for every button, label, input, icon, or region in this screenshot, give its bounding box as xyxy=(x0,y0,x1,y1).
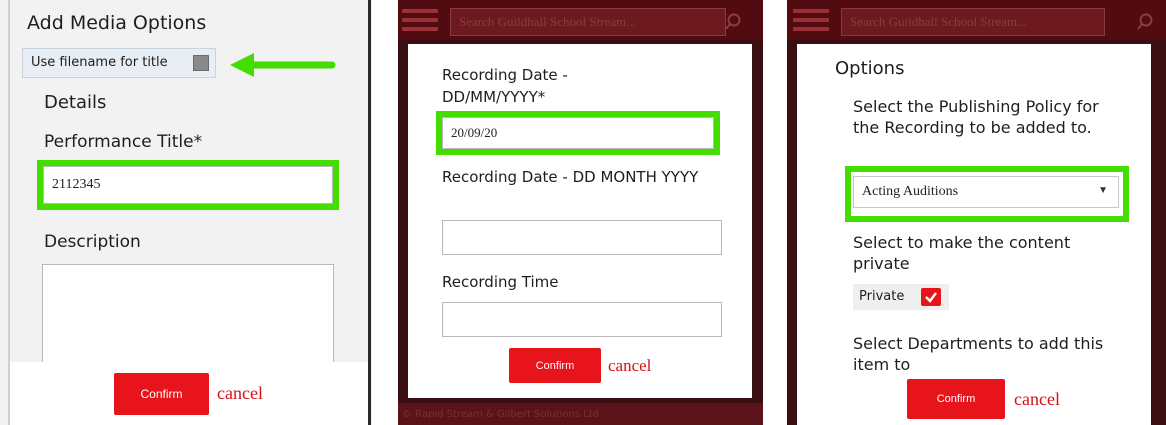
departments-prompt: Select Departments to add this item to xyxy=(853,334,1104,371)
private-label: Private xyxy=(859,289,905,304)
private-checkbox[interactable] xyxy=(921,288,941,306)
footer: © Rapid Stream & Gilbert Solutions Ltd xyxy=(398,403,763,425)
details-heading: Details xyxy=(44,92,107,113)
top-bar: Search Guildhall School Stream... xyxy=(398,0,763,40)
description-label: Description xyxy=(44,232,141,252)
page-title: Add Media Options xyxy=(27,12,207,34)
private-option[interactable]: Private xyxy=(853,284,949,310)
cancel-link[interactable]: cancel xyxy=(1014,389,1060,410)
search-input[interactable]: Search Guildhall School Stream... xyxy=(841,8,1105,36)
left-arrow-icon xyxy=(230,53,336,77)
publishing-policy-select[interactable]: Acting Auditions ▼ xyxy=(853,176,1119,208)
confirm-button[interactable]: Confirm xyxy=(907,379,1005,419)
cancel-link[interactable]: cancel xyxy=(217,383,263,404)
description-textarea[interactable] xyxy=(42,264,334,364)
performance-title-input[interactable]: 2112345 xyxy=(43,166,333,204)
recording-date-input[interactable]: 20/09/20 xyxy=(442,117,714,149)
use-filename-label: Use filename for title xyxy=(31,55,168,70)
hamburger-icon[interactable] xyxy=(402,9,438,33)
performance-title-label: Performance Title* xyxy=(44,132,203,152)
confirm-button[interactable]: Confirm xyxy=(114,373,209,415)
recording-time-input[interactable] xyxy=(442,302,722,337)
recording-date-month-label: Recording Date - DD MONTH YYYY xyxy=(442,168,699,186)
recording-time-label: Recording Time xyxy=(442,273,559,291)
search-icon[interactable] xyxy=(1135,12,1155,32)
hamburger-icon[interactable] xyxy=(793,9,829,33)
confirm-button[interactable]: Confirm xyxy=(509,348,601,383)
panel-border-right xyxy=(368,0,371,425)
search-icon[interactable] xyxy=(723,12,743,32)
use-filename-option[interactable]: Use filename for title xyxy=(22,48,216,78)
recording-date-month-input[interactable] xyxy=(442,220,722,255)
caret-down-icon: ▼ xyxy=(1098,185,1108,196)
private-prompt: Select to make the content private xyxy=(853,233,1071,273)
checkmark-icon xyxy=(925,292,937,303)
top-bar: Search Guildhall School Stream... xyxy=(787,0,1166,40)
options-panel: Search Guildhall School Stream... Option… xyxy=(787,0,1166,425)
search-input[interactable]: Search Guildhall School Stream... xyxy=(450,8,726,36)
recording-date-panel: Search Guildhall School Stream... Record… xyxy=(398,0,763,425)
add-media-options-panel: Add Media Options Use filename for title… xyxy=(0,0,372,425)
publishing-policy-value: Acting Auditions xyxy=(862,184,959,199)
options-heading: Options xyxy=(835,58,905,79)
publishing-policy-prompt: Select the Publishing Policy for the Rec… xyxy=(853,97,1099,137)
use-filename-checkbox[interactable] xyxy=(193,55,209,71)
recording-date-label: Recording Date - DD/MM/YYYY* xyxy=(442,66,568,106)
cancel-link[interactable]: cancel xyxy=(608,356,651,376)
